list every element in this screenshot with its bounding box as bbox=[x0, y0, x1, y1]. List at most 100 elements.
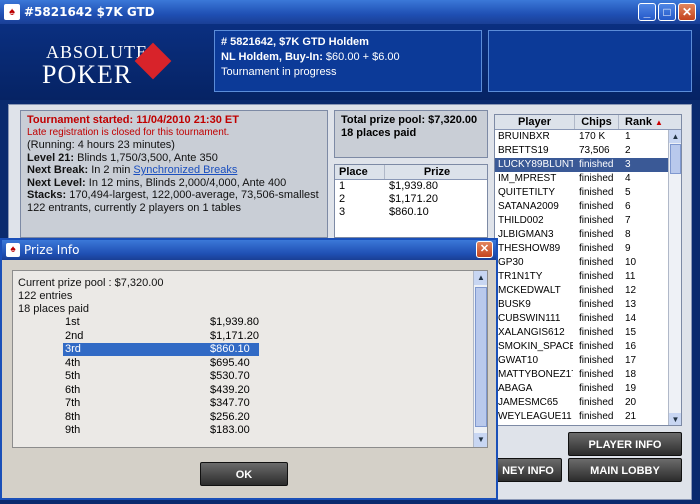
player-name-cell: THESHOW89 bbox=[498, 243, 561, 254]
synchronized-breaks-link[interactable]: Synchronized Breaks bbox=[133, 164, 237, 176]
stacks-value: 170,494-largest, 122,000-average, 73,506… bbox=[69, 189, 319, 201]
ok-button[interactable]: OK bbox=[200, 462, 288, 486]
table-row[interactable]: THESHOW89 finished 9 bbox=[495, 242, 681, 256]
rank-column-header[interactable]: Rank bbox=[625, 116, 652, 128]
table-row[interactable]: JLBIGMAN3 finished 8 bbox=[495, 228, 681, 242]
rank-cell: 11 bbox=[625, 271, 636, 282]
payout-amount: $183.00 bbox=[210, 424, 250, 436]
player-name-cell: GWAT10 bbox=[498, 355, 539, 366]
table-row[interactable]: CUBSWIN111 finished 14 bbox=[495, 312, 681, 326]
prize-cell: $1,939.80 bbox=[389, 180, 438, 192]
table-row[interactable]: TR1N1TY finished 11 bbox=[495, 270, 681, 284]
header: ABSOLUTE POKER # 5821642, $7K GTD Holdem… bbox=[0, 24, 700, 100]
list-item[interactable]: 5th $530.70 bbox=[18, 370, 482, 384]
list-item[interactable]: 9th $183.00 bbox=[18, 424, 482, 438]
table-row[interactable]: BRETTS19 73,506 2 bbox=[495, 144, 681, 158]
table-row[interactable]: LUCKY89BLUNT finished 3 bbox=[495, 158, 681, 172]
late-registration-notice: Late registration is closed for this tou… bbox=[27, 126, 230, 138]
prize-cell: $860.10 bbox=[389, 206, 429, 218]
chips-cell: finished bbox=[579, 355, 614, 366]
table-row[interactable]: SMOKIN_SPACE finished 16 bbox=[495, 340, 681, 354]
rank-cell: 12 bbox=[625, 285, 637, 296]
main-lobby-button[interactable]: MAIN LOBBY bbox=[568, 458, 682, 482]
next-break-label: Next Break: bbox=[27, 164, 89, 176]
table-row[interactable]: XALANGIS612 finished 15 bbox=[495, 326, 681, 340]
rank-cell: 15 bbox=[625, 327, 637, 338]
level-label: Level 21: bbox=[27, 151, 75, 164]
scroll-down-icon[interactable]: ▼ bbox=[669, 413, 681, 425]
place-column-header[interactable]: Place bbox=[335, 165, 385, 179]
player-info-button[interactable]: PLAYER INFO bbox=[568, 432, 682, 456]
minimize-button[interactable]: _ bbox=[638, 3, 656, 21]
table-row[interactable]: THILD002 finished 7 bbox=[495, 214, 681, 228]
table-row[interactable]: GP30 finished 10 bbox=[495, 256, 681, 270]
window-close-button[interactable]: ✕ bbox=[678, 3, 696, 21]
entries-count: 122 entries bbox=[18, 290, 73, 302]
scroll-down-icon[interactable]: ▼ bbox=[474, 433, 487, 447]
rank-cell: 8 bbox=[625, 229, 631, 240]
money-info-button[interactable]: NEY INFO bbox=[494, 458, 562, 482]
table-row: 1 $1,939.80 bbox=[335, 180, 487, 193]
prize-table: Place Prize 1 $1,939.80 2 $1,171.20 3 $860.… bbox=[334, 164, 488, 238]
chips-column-header[interactable]: Chips bbox=[575, 115, 619, 129]
window-title: #5821642 $7K GTD bbox=[24, 5, 155, 19]
players-list: Player Chips Rank ▲ BRUINBXR 170 K 1 BRETTS… bbox=[494, 114, 682, 426]
stacks-label: Stacks: bbox=[27, 189, 67, 201]
rank-cell: 4 bbox=[625, 173, 631, 184]
dialog-scrollbar[interactable]: ▲ ▼ bbox=[473, 271, 487, 447]
chips-cell: finished bbox=[579, 173, 614, 184]
table-row[interactable]: IM_MPREST finished 4 bbox=[495, 172, 681, 186]
players-header: Player Chips Rank ▲ bbox=[495, 115, 681, 130]
player-name-cell: JLBIGMAN3 bbox=[498, 229, 554, 240]
chips-cell: finished bbox=[579, 243, 614, 254]
tournament-status: Tournament in progress bbox=[221, 66, 337, 78]
payout-place: 9th bbox=[65, 424, 81, 436]
scroll-up-icon[interactable]: ▲ bbox=[669, 130, 681, 143]
table-row[interactable]: MCKEDWALT finished 12 bbox=[495, 284, 681, 298]
list-item[interactable]: 4th $695.40 bbox=[18, 357, 482, 371]
rank-cell: 1 bbox=[625, 131, 631, 142]
game-label: NL Holdem, Buy-In: bbox=[221, 51, 323, 63]
rank-cell: 2 bbox=[625, 145, 631, 156]
list-item[interactable]: 2nd $1,171.20 bbox=[18, 330, 482, 344]
table-row[interactable]: GWAT10 finished 17 bbox=[495, 354, 681, 368]
table-row[interactable]: ABAGA finished 19 bbox=[495, 382, 681, 396]
prize-pool-box: Total prize pool: $7,320.00 18 places pa… bbox=[334, 110, 488, 158]
chips-cell: finished bbox=[579, 187, 614, 198]
scroll-up-icon[interactable]: ▲ bbox=[474, 271, 487, 285]
scroll-thumb[interactable] bbox=[670, 144, 681, 174]
list-item[interactable]: 1st $1,939.80 bbox=[18, 316, 482, 330]
prize-column-header[interactable]: Prize bbox=[385, 165, 485, 179]
table-row[interactable]: SATANA2009 finished 6 bbox=[495, 200, 681, 214]
player-name-cell: SATANA2009 bbox=[498, 201, 559, 212]
place-cell: 3 bbox=[339, 206, 346, 218]
rank-cell: 16 bbox=[625, 341, 637, 352]
payout-amount: $530.70 bbox=[210, 370, 250, 382]
chips-cell: finished bbox=[579, 215, 614, 226]
payout-place: 3rd bbox=[65, 343, 81, 355]
maximize-button[interactable]: □ bbox=[658, 3, 676, 21]
level-value: Blinds 1,750/3,500, Ante 350 bbox=[77, 151, 218, 164]
chips-cell: finished bbox=[579, 383, 614, 394]
table-row[interactable]: BRUINBXR 170 K 1 bbox=[495, 130, 681, 144]
chips-cell: finished bbox=[579, 285, 614, 296]
list-item[interactable]: 8th $256.20 bbox=[18, 411, 482, 425]
table-row[interactable]: JAMESMC65 finished 20 bbox=[495, 396, 681, 410]
table-row[interactable]: WEYLEAGUE11 finished 21 bbox=[495, 410, 681, 424]
list-item[interactable]: 6th $439.20 bbox=[18, 384, 482, 398]
players-scrollbar[interactable]: ▲ ▼ bbox=[668, 130, 681, 425]
dialog-close-button[interactable]: ✕ bbox=[476, 241, 493, 258]
table-row[interactable]: MATTYBONEZ17 finished 18 bbox=[495, 368, 681, 382]
chips-cell: finished bbox=[579, 341, 614, 352]
player-column-header[interactable]: Player bbox=[495, 115, 575, 129]
prize-info-dialog: ♠ Prize Info ✕ Current prize pool : $7,3… bbox=[0, 238, 498, 500]
scroll-thumb[interactable] bbox=[475, 287, 487, 427]
list-item[interactable]: 3rd $860.10 bbox=[18, 343, 482, 357]
prize-table-header: Place Prize bbox=[335, 165, 487, 180]
table-row[interactable]: QUITETILTY finished 5 bbox=[495, 186, 681, 200]
table-row[interactable]: BUSK9 finished 13 bbox=[495, 298, 681, 312]
list-item[interactable]: 7th $347.70 bbox=[18, 397, 482, 411]
rank-cell: 21 bbox=[625, 411, 637, 422]
tournament-summary-box: # 5821642, $7K GTD Holdem NL Holdem, Buy… bbox=[214, 30, 482, 92]
player-name-cell: BRETTS19 bbox=[498, 145, 549, 156]
